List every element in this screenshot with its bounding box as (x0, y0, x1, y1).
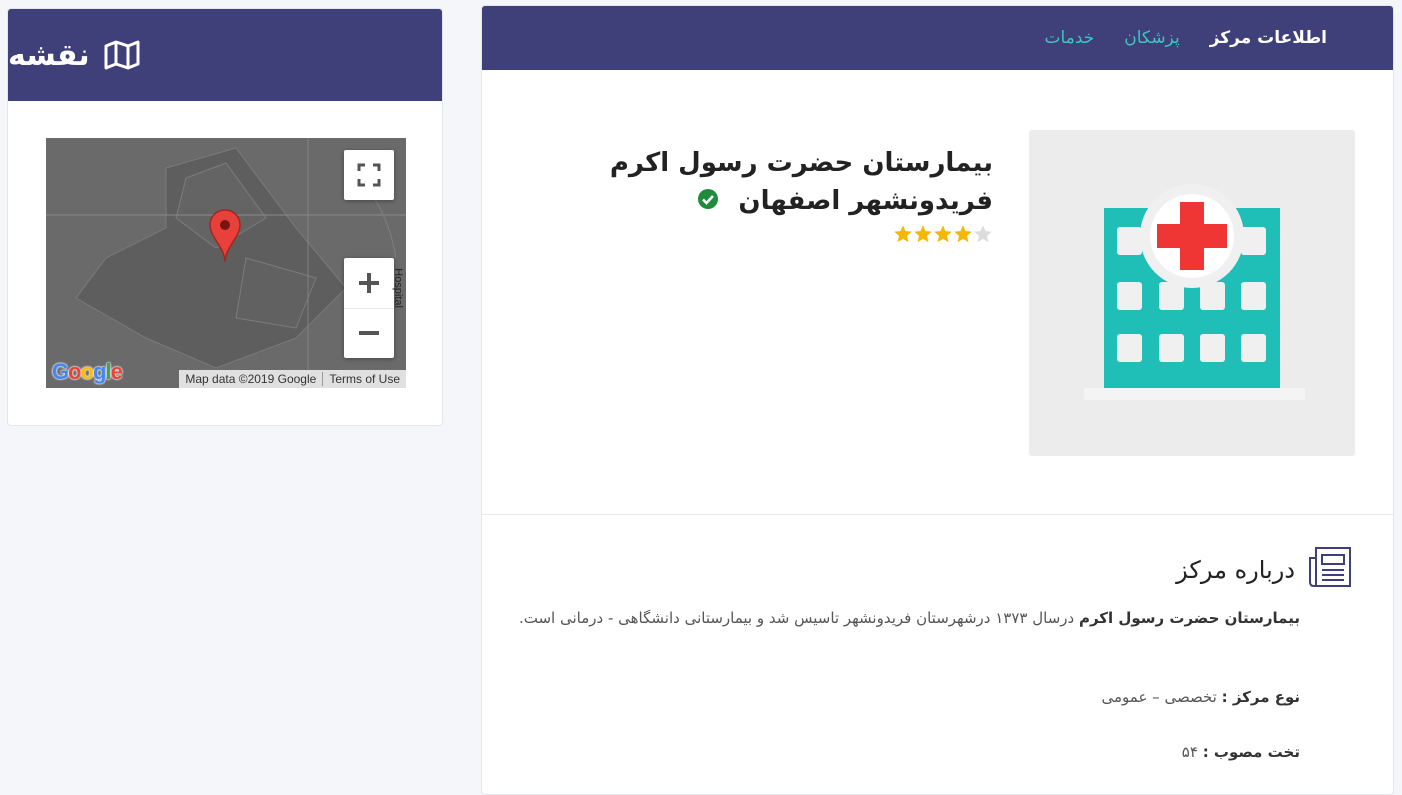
center-type-label: نوع مرکز : (1221, 688, 1300, 706)
map-card-title: نقشه (8, 37, 90, 73)
beds-label: تخت مصوب : (1202, 743, 1300, 761)
map-view[interactable]: Hospital Google Map data ©2019 Google Te… (46, 138, 406, 388)
map-card-header: نقشه (8, 9, 442, 101)
center-name: بیمارستان حضرت رسول اکرم فریدونشهر اصفها… (609, 148, 993, 216)
zoom-in-button[interactable] (344, 258, 394, 309)
about-center-name: بیمارستان حضرت رسول اکرم (1078, 609, 1300, 627)
tab-bar: اطلاعات مرکز پزشکان خدمات (482, 6, 1393, 70)
map-attribution: Map data ©2019 Google (185, 372, 317, 386)
star-filled-icon (954, 225, 972, 243)
map-footer: Map data ©2019 Google Terms of Use (179, 370, 406, 388)
zoom-out-button[interactable] (344, 309, 394, 359)
star-empty-icon (974, 225, 992, 243)
google-logo[interactable]: Google (52, 359, 123, 385)
center-type-value: تخصصی – عمومی (1101, 688, 1222, 706)
tab-center-info[interactable]: اطلاعات مرکز (1210, 28, 1327, 48)
verified-check-icon (697, 183, 719, 221)
rating-stars (893, 224, 993, 244)
about-heading: درباره مرکز (1176, 546, 1353, 594)
fullscreen-icon (357, 163, 381, 187)
star-filled-icon (934, 225, 952, 243)
center-title: بیمارستان حضرت رسول اکرم فریدونشهر اصفها… (513, 144, 993, 221)
about-description: بیمارستان حضرت رسول اکرم درسال ۱۳۷۳ درشه… (510, 606, 1300, 630)
about-title: درباره مرکز (1176, 556, 1295, 584)
hospital-image (1029, 130, 1355, 456)
map-marker-icon[interactable] (208, 208, 242, 268)
tab-services[interactable]: خدمات (1045, 28, 1095, 48)
center-info-card: اطلاعات مرکز پزشکان خدمات بیمارستان حضرت… (481, 5, 1394, 795)
zoom-control (344, 258, 394, 358)
star-filled-icon (894, 225, 912, 243)
section-divider (482, 514, 1393, 515)
map-icon (104, 40, 140, 70)
fullscreen-button[interactable] (344, 150, 394, 200)
minus-icon (359, 331, 379, 336)
about-text: درسال ۱۳۷۳ درشهرستان فریدونشهر تاسیس شد … (518, 609, 1079, 627)
beds-value: ۵۴ (1181, 743, 1203, 761)
tab-doctors[interactable]: پزشکان (1124, 28, 1179, 48)
star-filled-icon (914, 225, 932, 243)
road-label: Hospital (392, 268, 404, 308)
map-card: نقشه Hospital Google Map data ©2019 Goog… (7, 8, 443, 426)
document-icon (1307, 546, 1353, 594)
center-type-row: نوع مرکز : تخصصی – عمومی (1102, 688, 1301, 706)
terms-of-use-link[interactable]: Terms of Use (323, 372, 406, 386)
beds-row: تخت مصوب : ۵۴ (1182, 743, 1300, 761)
hospital-building-icon (1084, 184, 1305, 400)
plus-icon (359, 272, 379, 293)
